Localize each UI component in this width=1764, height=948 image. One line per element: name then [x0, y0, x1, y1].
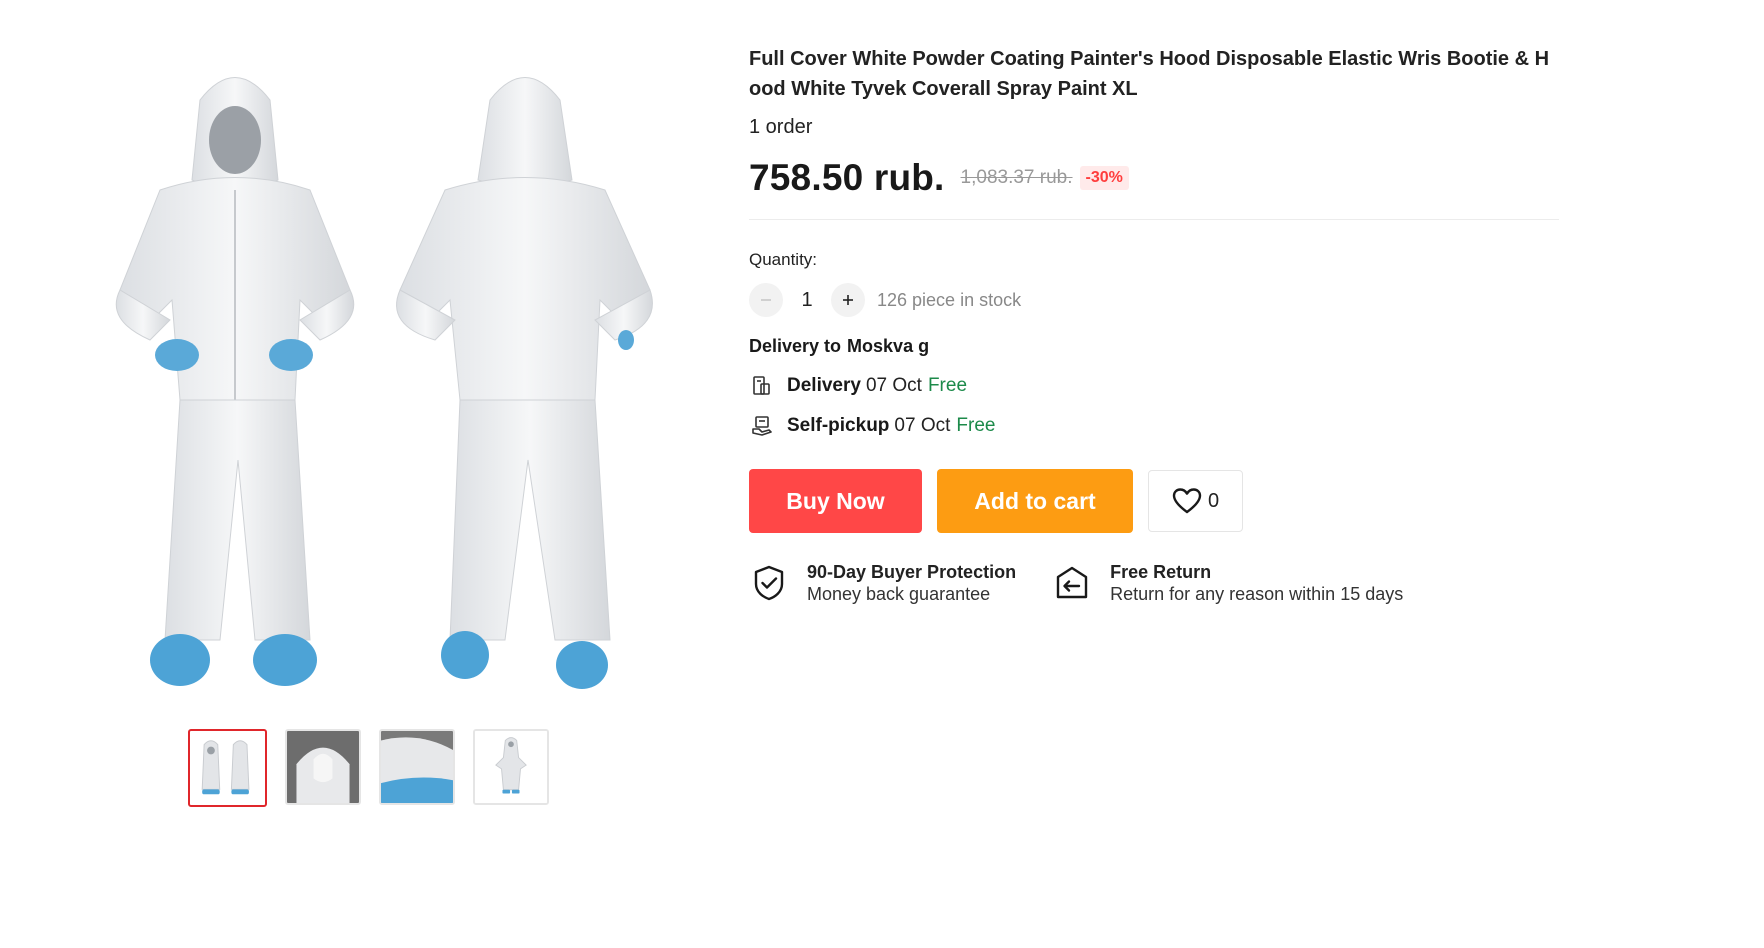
thumbnail-bootie-closeup[interactable] [379, 729, 455, 805]
product-info: Full Cover White Powder Coating Painter'… [749, 44, 1559, 605]
decrease-quantity-button[interactable] [749, 283, 783, 317]
wishlist-button[interactable]: 0 [1148, 470, 1243, 532]
front-figure [115, 77, 355, 686]
divider [749, 219, 1559, 220]
delivery-option-date: 07 Oct [865, 375, 922, 396]
delivery-option-label: Delivery [787, 375, 861, 396]
wishlist-count: 0 [1207, 489, 1220, 512]
price-row: 758.50 rub. 1,083.37 rub. -30% [749, 153, 1559, 203]
quantity-stepper: 1 126 piece in stock [749, 282, 1559, 318]
current-price: 758.50 rub. [749, 157, 945, 198]
delivery-option-pickup: Self-pickup 07 Oct Free [749, 415, 1559, 437]
delivery-option-price: Free [927, 375, 968, 396]
thumbnail-coverall-front-back[interactable] [188, 729, 267, 807]
return-icon [1056, 566, 1088, 599]
main-product-image[interactable] [60, 40, 680, 710]
free-return[interactable]: Free Return Return for any reason within… [1052, 561, 1403, 605]
stock-count: 126 piece in stock [877, 289, 1022, 310]
delivery-city: Moskva g [847, 336, 930, 356]
free-return-text: Free Return Return for any reason within… [1110, 561, 1403, 605]
quantity-label: Quantity: [749, 250, 818, 269]
original-price: 1,083.37 rub. [960, 167, 1073, 188]
coverall-illustration [115, 77, 653, 689]
discount-badge: -30% [1079, 166, 1129, 190]
delivery-to-label: Delivery to [749, 336, 842, 356]
free-return-title: Free Return [1110, 562, 1212, 582]
buyer-protection-title: 90-Day Buyer Protection [807, 562, 1017, 582]
heart-icon [1172, 488, 1202, 514]
buy-now-button[interactable]: Buy Now [749, 469, 922, 533]
thumbnail-strip [188, 729, 549, 807]
pickup-option-date: 07 Oct [894, 415, 951, 436]
add-to-cart-button[interactable]: Add to cart [937, 469, 1133, 533]
order-count: 1 order [749, 116, 813, 138]
shield-check-icon [754, 565, 784, 601]
self-pickup-icon [752, 416, 772, 436]
buyer-protection[interactable]: 90-Day Buyer Protection Money back guara… [749, 561, 1016, 605]
plus-icon [843, 295, 853, 305]
pickup-option-price: Free [956, 415, 996, 436]
back-figure [396, 77, 653, 689]
free-return-subtitle: Return for any reason within 15 days [1110, 584, 1404, 604]
buyer-protection-subtitle: Money back guarantee [807, 584, 991, 604]
delivery-destination[interactable]: Delivery to Moskva g [749, 336, 1559, 357]
increase-quantity-button[interactable] [831, 283, 865, 317]
product-page: Full Cover White Powder Coating Painter'… [0, 0, 1764, 948]
quantity-input[interactable]: 1 [783, 289, 831, 312]
minus-icon [761, 299, 771, 301]
buyer-protection-text: 90-Day Buyer Protection Money back guara… [807, 561, 1016, 605]
product-title: Full Cover White Powder Coating Painter'… [749, 48, 1550, 100]
delivery-option-courier: Delivery 07 Oct Free [749, 375, 1559, 397]
delivery-icon [753, 376, 770, 395]
action-buttons: Buy Now Add to cart 0 [749, 469, 1559, 533]
pickup-option-label: Self-pickup [787, 415, 890, 436]
guarantees: 90-Day Buyer Protection Money back guara… [749, 561, 1559, 605]
thumbnail-coverall-single[interactable] [473, 729, 549, 805]
thumbnail-hood-closeup[interactable] [285, 729, 361, 805]
